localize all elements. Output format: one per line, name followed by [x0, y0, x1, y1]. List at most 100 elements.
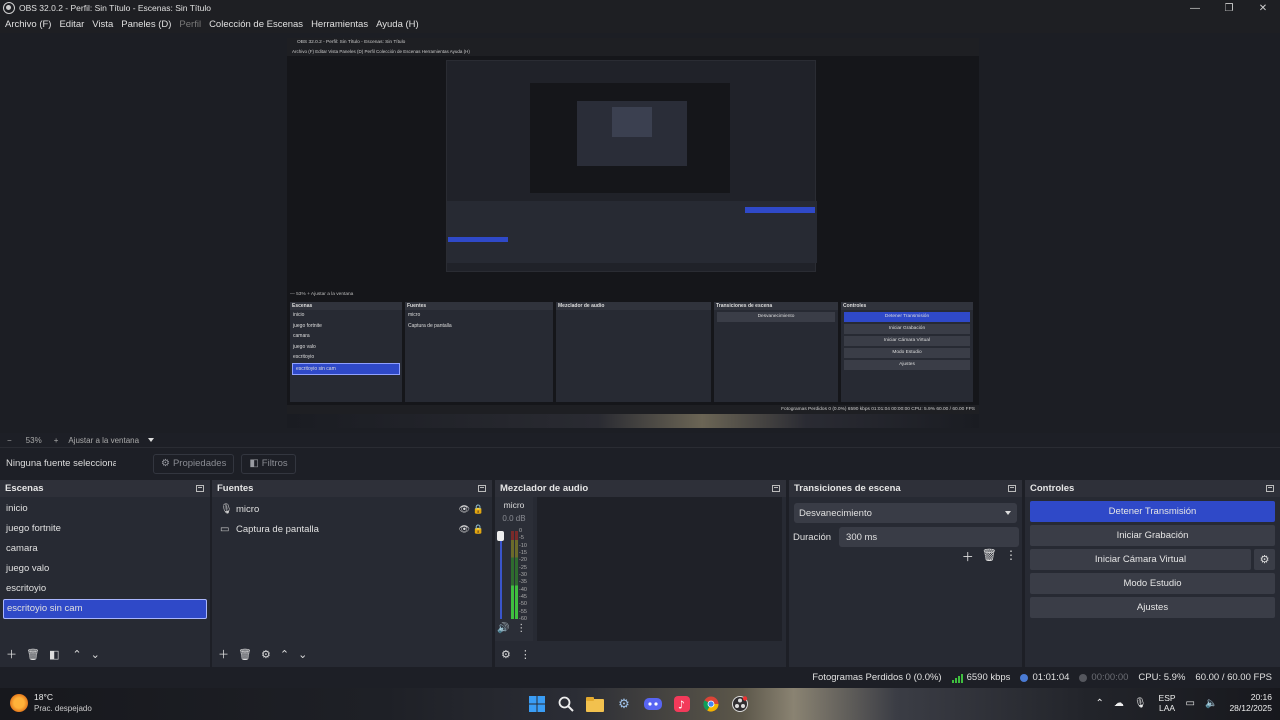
- menu-archivo[interactable]: Archivo (F): [5, 19, 51, 30]
- remove-source-icon[interactable]: 🗑: [238, 648, 252, 661]
- kebab-menu-icon[interactable]: ⋮: [516, 623, 526, 634]
- settings-app-icon[interactable]: ⚙: [614, 694, 634, 714]
- move-up-icon[interactable]: ⌃: [280, 648, 289, 661]
- filters-button[interactable]: ◧ Filtros: [241, 453, 296, 474]
- menu-perfil[interactable]: Perfil: [179, 19, 201, 30]
- properties-button[interactable]: ⚙ Propiedades: [153, 453, 235, 474]
- menu-ayuda[interactable]: Ayuda (H): [376, 19, 419, 30]
- meter-tick-label: -45: [519, 594, 527, 600]
- add-source-icon[interactable]: ＋: [218, 646, 229, 662]
- scene-filters-icon[interactable]: ◧: [49, 648, 59, 661]
- start-virtual-camera-button[interactable]: Iniciar Cámara Virtual: [1030, 549, 1251, 570]
- eye-icon[interactable]: 👁: [459, 524, 470, 535]
- menu-coleccion-escenas[interactable]: Colección de Escenas: [209, 19, 303, 30]
- source-settings-icon[interactable]: ⚙: [261, 648, 271, 661]
- nested-scene-item: escritoyio: [293, 354, 315, 360]
- audio-meter-right: [515, 531, 518, 619]
- taskbar-apps: ⚙ ♪: [527, 694, 750, 714]
- nested-stop-button-2: [745, 207, 815, 213]
- menu-vista[interactable]: Vista: [92, 19, 113, 30]
- stop-streaming-button[interactable]: Detener Transmisión: [1030, 501, 1275, 522]
- source-item[interactable]: ▭ Captura de pantalla 👁 🔒: [212, 519, 492, 539]
- volume-slider-handle[interactable]: [497, 531, 504, 541]
- mixer-menu-icon[interactable]: ⋮: [520, 648, 531, 661]
- minimize-button[interactable]: —: [1178, 0, 1212, 16]
- clock[interactable]: 20:16 28/12/2025: [1229, 692, 1272, 714]
- undock-icon[interactable]: [196, 485, 204, 492]
- source-item[interactable]: 🎙 micro 👁 🔒: [212, 499, 492, 519]
- scene-item[interactable]: juego valo: [0, 559, 210, 579]
- search-icon[interactable]: [556, 694, 576, 714]
- menu-paneles[interactable]: Paneles (D): [121, 19, 171, 30]
- virtual-camera-settings-icon[interactable]: ⚙: [1254, 549, 1275, 570]
- eye-icon[interactable]: 👁: [459, 504, 470, 515]
- music-app-icon[interactable]: ♪: [672, 694, 692, 714]
- onedrive-icon[interactable]: ☁: [1114, 698, 1124, 709]
- remove-scene-icon[interactable]: 🗑: [26, 648, 40, 661]
- menu-editar[interactable]: Editar: [59, 19, 84, 30]
- transition-actions: ＋ 🗑 ⋮: [962, 548, 1017, 565]
- meter-tick-label: -25: [519, 564, 527, 571]
- undock-icon[interactable]: [1008, 485, 1016, 492]
- chevron-up-icon[interactable]: ⌃: [1095, 698, 1103, 709]
- scene-item[interactable]: inicio: [0, 499, 210, 519]
- nested-controls-title: Controles: [841, 302, 973, 310]
- weather-widget[interactable]: 18°C Prac. despejado: [10, 692, 92, 714]
- move-down-icon[interactable]: ⌄: [91, 648, 100, 661]
- add-transition-icon[interactable]: ＋: [962, 548, 974, 565]
- meter-tick-label: -20: [519, 557, 527, 564]
- transitions-dock: Transiciones de escena Desvanecimiento D…: [789, 480, 1033, 667]
- menu-herramientas[interactable]: Herramientas: [311, 19, 368, 30]
- add-scene-icon[interactable]: ＋: [6, 646, 17, 662]
- undock-icon[interactable]: [772, 485, 780, 492]
- mixer-body: micro 0.0 dB 0 -5 -10 -15 -20 -25 -30 -35 -40 -45…: [495, 497, 786, 641]
- record-icon: [1079, 673, 1088, 682]
- file-explorer-icon[interactable]: [585, 694, 605, 714]
- nested-taskbar: [287, 414, 979, 428]
- scene-item-selected[interactable]: escritoyio sin cam: [3, 599, 207, 619]
- move-up-icon[interactable]: ⌃: [72, 648, 81, 661]
- nested-source-item: Captura de pantalla: [408, 322, 452, 329]
- discord-icon[interactable]: [643, 694, 663, 714]
- volume-icon[interactable]: 🔈: [1205, 698, 1217, 709]
- lock-icon[interactable]: 🔒: [473, 524, 484, 535]
- network-icon[interactable]: ▭: [1186, 698, 1195, 709]
- transition-select[interactable]: Desvanecimiento: [794, 503, 1017, 523]
- scene-item[interactable]: escritoyio: [0, 579, 210, 599]
- audio-mixer-dock: Mezclador de audio micro 0.0 dB 0 -5 -10 -1…: [495, 480, 786, 667]
- language-indicator[interactable]: ESP LAA: [1159, 693, 1176, 713]
- windows-taskbar: 18°C Prac. despejado ⚙ ♪ ⌃ ☁ 🎙 ESP LAA ▭…: [0, 688, 1280, 720]
- zoom-in-button[interactable]: +: [54, 436, 59, 445]
- windows-start-icon[interactable]: [527, 694, 547, 714]
- undock-icon[interactable]: [1266, 485, 1274, 492]
- maximize-button[interactable]: ❐: [1212, 0, 1246, 16]
- transitions-dock-header: Transiciones de escena: [789, 480, 1022, 497]
- obs-taskbar-icon[interactable]: [730, 694, 750, 714]
- speaker-icon[interactable]: 🔊: [497, 623, 509, 634]
- lang-top: ESP: [1158, 693, 1176, 703]
- scene-item[interactable]: camara: [0, 539, 210, 559]
- zoom-out-button[interactable]: −: [7, 436, 12, 445]
- start-recording-button[interactable]: Iniciar Grabación: [1030, 525, 1275, 546]
- transition-menu-icon[interactable]: ⋮: [1005, 548, 1017, 565]
- move-down-icon[interactable]: ⌄: [298, 648, 307, 661]
- advanced-audio-icon[interactable]: ⚙: [501, 648, 511, 661]
- lock-icon[interactable]: 🔒: [473, 504, 484, 515]
- duration-input[interactable]: 300 ms ⌃⌄: [839, 527, 1033, 547]
- preview-canvas[interactable]: OBS 32.0.2 - Perfil: Sin Título - Escena…: [0, 33, 1280, 433]
- nested-sources-dock: Fuentes micro Captura de pantalla: [405, 302, 553, 402]
- remove-transition-icon[interactable]: 🗑: [982, 548, 997, 565]
- scenes-title: Escenas: [5, 483, 44, 494]
- zoom-dropdown-icon[interactable]: [148, 438, 155, 442]
- close-button[interactable]: ✕: [1246, 0, 1280, 16]
- scene-item[interactable]: juego fortnite: [0, 519, 210, 539]
- studio-mode-button[interactable]: Modo Estudio: [1030, 573, 1275, 594]
- stream-time-value: 01:01:04: [1032, 672, 1070, 683]
- nested-transition-select: Desvanecimiento: [717, 312, 835, 322]
- undock-icon[interactable]: [478, 485, 486, 492]
- volume-slider-track[interactable]: [500, 531, 502, 619]
- chrome-icon[interactable]: [701, 694, 721, 714]
- microphone-tray-icon[interactable]: 🎙: [1134, 698, 1147, 709]
- settings-button[interactable]: Ajustes: [1030, 597, 1275, 618]
- meter-tick-label: -35: [519, 579, 527, 586]
